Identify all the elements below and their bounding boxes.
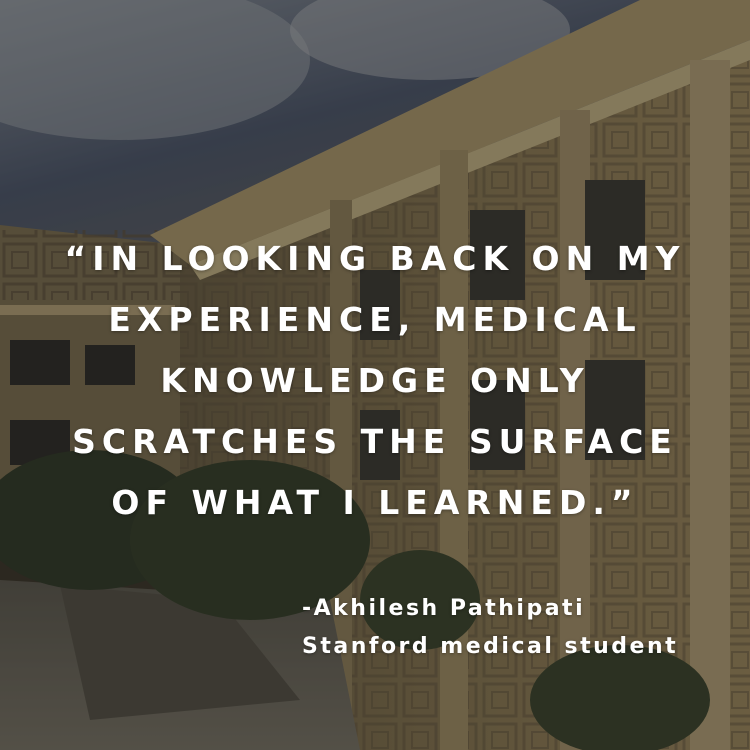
quote-line: “IN LOOKING BACK ON MY: [64, 239, 686, 278]
attribution: -Akhilesh Pathipati Stanford medical stu…: [302, 590, 678, 666]
quote-line: EXPERIENCE, MEDICAL: [108, 300, 642, 339]
attribution-name: -Akhilesh Pathipati: [302, 596, 586, 621]
quote-text: “IN LOOKING BACK ON MY EXPERIENCE, MEDIC…: [0, 228, 750, 533]
photo-scene: “IN LOOKING BACK ON MY EXPERIENCE, MEDIC…: [0, 0, 750, 750]
quote-line: KNOWLEDGE ONLY: [160, 361, 590, 400]
quote-line: SCRATCHES THE SURFACE: [72, 422, 678, 461]
attribution-role: Stanford medical student: [302, 634, 679, 659]
quote-line: OF WHAT I LEARNED.”: [111, 483, 639, 522]
